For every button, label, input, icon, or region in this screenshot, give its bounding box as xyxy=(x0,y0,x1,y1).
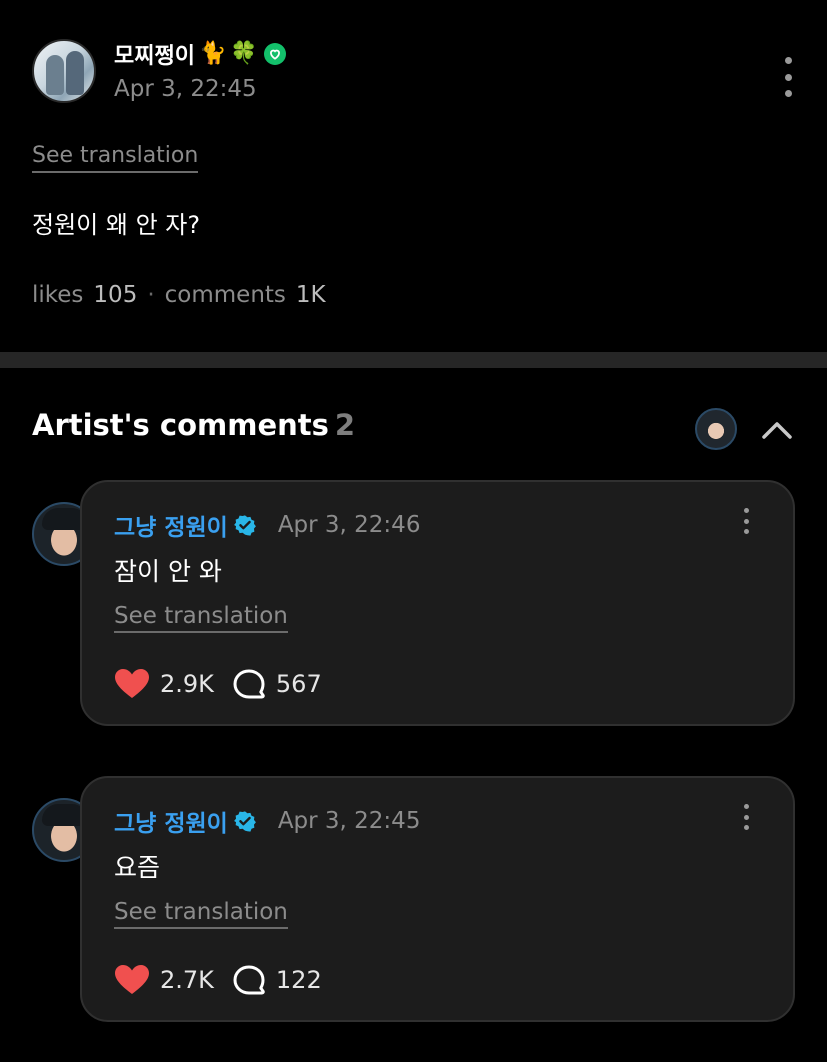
artist-mini-avatar[interactable] xyxy=(695,408,737,450)
comment-card: 그냥 정원이 Apr 3, 22:46 잠이 안 와 See translati… xyxy=(80,480,795,726)
post-body: 정원이 왜 안 자? xyxy=(32,211,201,239)
artist-comment: 그냥 정원이 Apr 3, 22:45 요즘 See translation 2… xyxy=(32,776,795,1024)
comment-text: 잠이 안 와 xyxy=(114,557,222,586)
heart-icon xyxy=(115,669,149,698)
comment-more-icon[interactable] xyxy=(741,804,751,830)
reply-count: 567 xyxy=(275,670,322,698)
post-stats: likes 105 · comments 1K xyxy=(32,282,326,308)
post-header: 모찌쩡이 🐈 🍀 Apr 3, 22:45 xyxy=(32,38,795,104)
comment-actions: 2.7K 122 xyxy=(114,964,322,996)
author-avatar[interactable] xyxy=(32,39,96,103)
reply-button[interactable]: 567 xyxy=(232,668,322,700)
comment-time: Apr 3, 22:46 xyxy=(277,512,421,538)
artist-comment: 그냥 정원이 Apr 3, 22:46 잠이 안 와 See translati… xyxy=(32,480,795,728)
stats-separator: · xyxy=(147,282,155,308)
artist-comments-count: 2 xyxy=(334,408,356,442)
comment-header: 그냥 정원이 Apr 3, 22:46 xyxy=(114,508,420,542)
cat-emoji: 🐈 xyxy=(198,41,227,66)
section-divider xyxy=(0,352,827,368)
verified-check-icon xyxy=(233,514,256,536)
comments-count[interactable]: 1K xyxy=(296,282,326,308)
reply-count: 122 xyxy=(275,966,322,994)
comment-see-translation-link[interactable]: See translation xyxy=(114,602,288,633)
artist-comments-header: Artist's comments 2 xyxy=(32,408,795,450)
commenter-name[interactable]: 그냥 정원이 xyxy=(114,508,228,542)
comment-card: 그냥 정원이 Apr 3, 22:45 요즘 See translation 2… xyxy=(80,776,795,1022)
verified-check-icon xyxy=(233,810,256,832)
speech-bubble-icon xyxy=(233,669,265,699)
heart-badge-icon xyxy=(263,43,286,65)
commenter-name[interactable]: 그냥 정원이 xyxy=(114,804,228,838)
comment-time: Apr 3, 22:45 xyxy=(277,808,421,834)
avatar-figure-left xyxy=(46,55,64,95)
heart-icon xyxy=(115,965,149,994)
likes-count: 105 xyxy=(93,282,138,308)
like-button[interactable]: 2.7K xyxy=(114,964,214,996)
artist-comments-title: Artist's comments xyxy=(32,408,329,442)
chevron-up-icon[interactable] xyxy=(759,412,795,448)
comment-header: 그냥 정원이 Apr 3, 22:45 xyxy=(114,804,420,838)
likes-label: likes xyxy=(32,282,84,308)
comment-actions: 2.9K 567 xyxy=(114,668,322,700)
post-time: Apr 3, 22:45 xyxy=(114,76,257,102)
like-count: 2.7K xyxy=(160,966,214,994)
comments-label[interactable]: comments xyxy=(165,282,286,308)
like-count: 2.9K xyxy=(160,670,214,698)
comment-more-icon[interactable] xyxy=(741,508,751,534)
like-button[interactable]: 2.9K xyxy=(114,668,214,700)
speech-bubble-icon xyxy=(233,965,265,995)
post-see-translation-link[interactable]: See translation xyxy=(32,142,199,173)
clover-emoji: 🍀 xyxy=(230,41,258,66)
avatar-figure-right xyxy=(66,51,84,95)
reply-button[interactable]: 122 xyxy=(232,964,322,996)
more-vert-icon[interactable] xyxy=(783,57,793,97)
comment-see-translation-link[interactable]: See translation xyxy=(114,898,288,929)
author-name-row: 모찌쩡이 🐈 🍀 xyxy=(114,38,286,70)
author-name[interactable]: 모찌쩡이 xyxy=(114,38,195,70)
comment-text: 요즘 xyxy=(114,853,161,882)
